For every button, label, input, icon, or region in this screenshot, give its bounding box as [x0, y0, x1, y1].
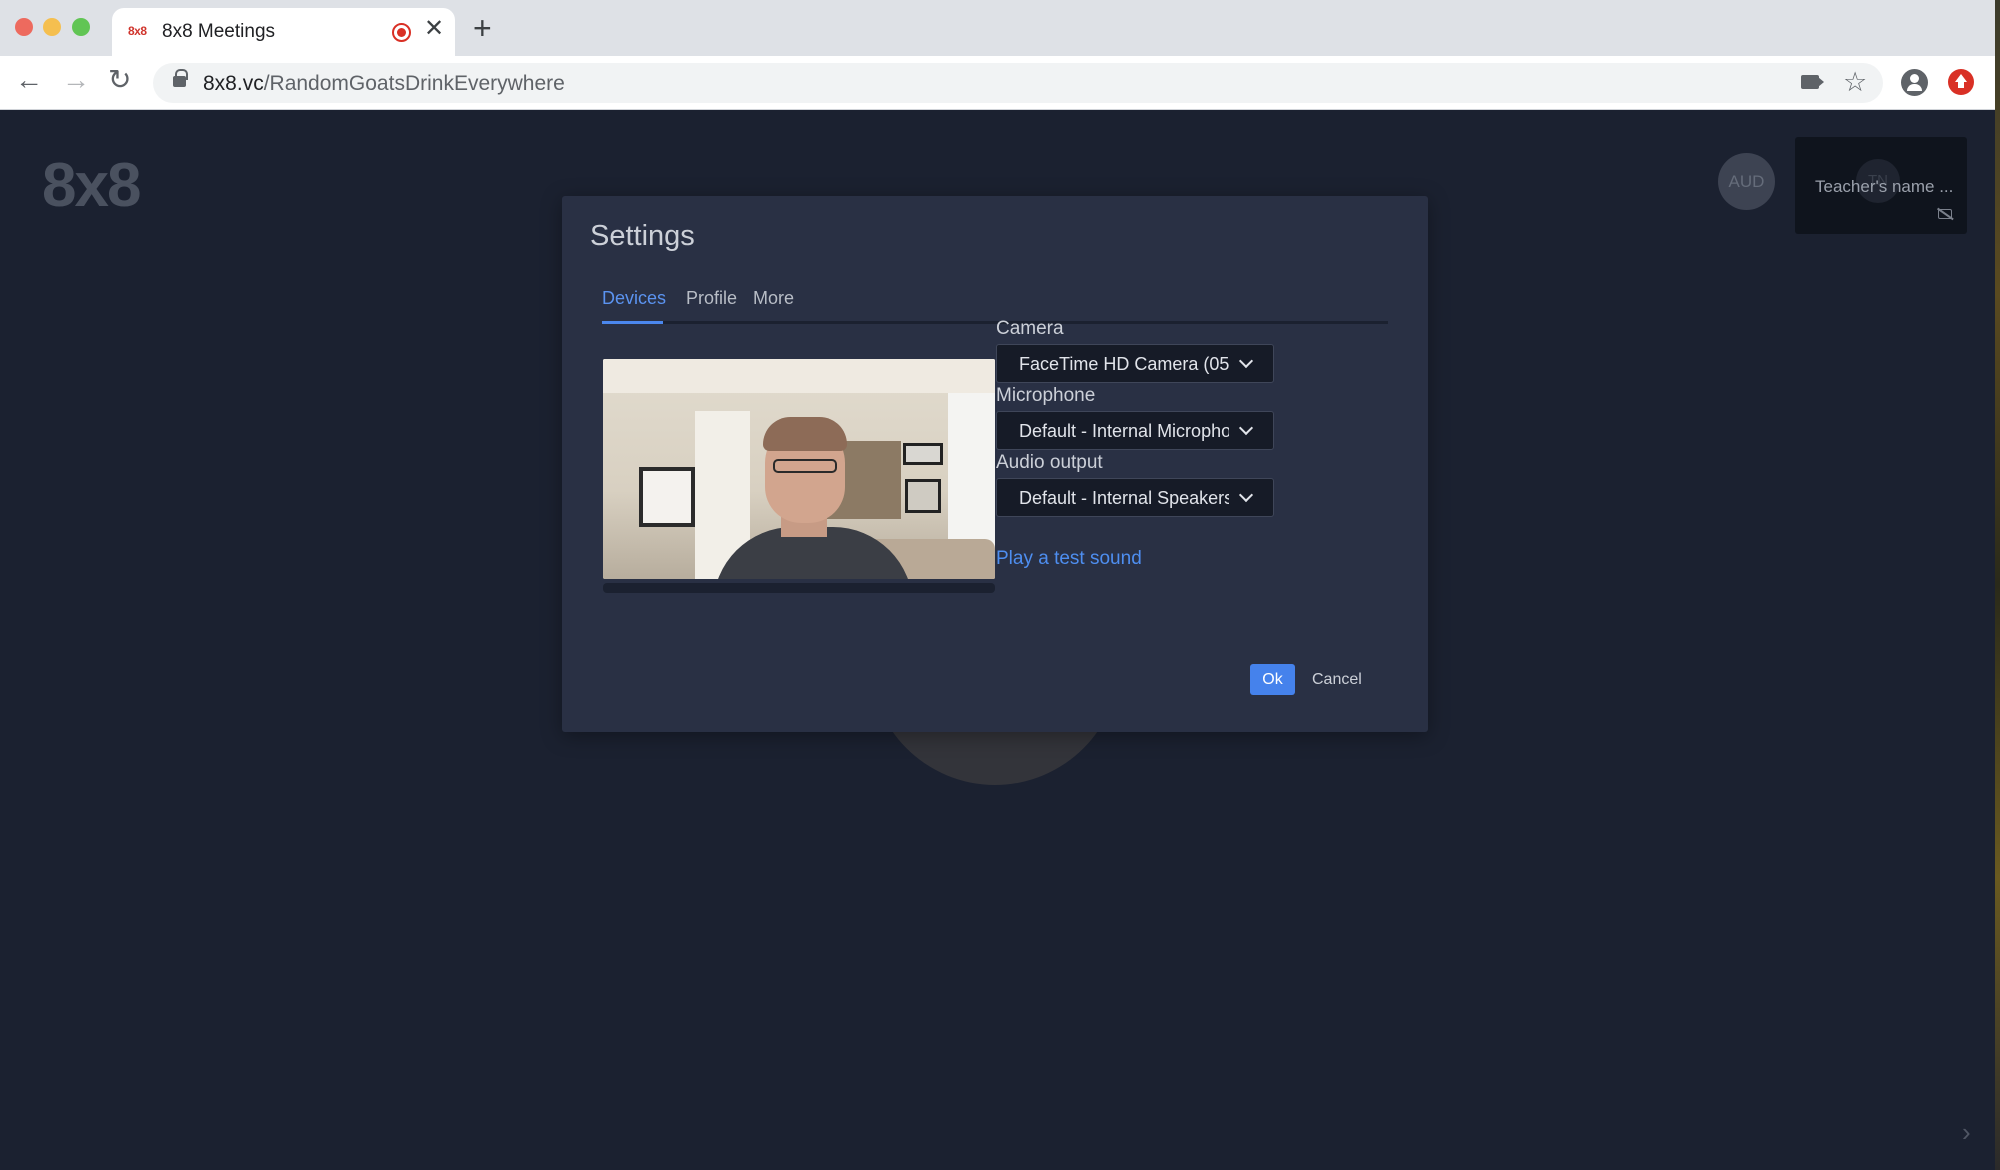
- address-bar[interactable]: 8x8.vc/RandomGoatsDrinkEverywhere ☆: [153, 63, 1883, 103]
- url-path: /RandomGoatsDrinkEverywhere: [263, 72, 565, 95]
- camera-preview: [603, 359, 995, 579]
- browser-toolbar: ← → ↻ 8x8.vc/RandomGoatsDrinkEverywhere …: [0, 56, 1995, 110]
- chevron-down-icon: [1238, 353, 1254, 369]
- audio-output-label: Audio output: [996, 452, 1103, 473]
- ok-button[interactable]: Ok: [1250, 664, 1295, 695]
- window-zoom-button[interactable]: [72, 18, 90, 36]
- microphone-label: Microphone: [996, 385, 1096, 406]
- back-button[interactable]: ←: [15, 65, 43, 95]
- settings-tabs: Devices Profile More: [602, 288, 1388, 324]
- new-tab-button[interactable]: +: [473, 12, 492, 44]
- dialog-title: Settings: [590, 220, 695, 252]
- forward-button[interactable]: →: [62, 65, 90, 95]
- play-test-sound-link[interactable]: Play a test sound: [996, 548, 1142, 570]
- audio-output-select-value: Default - Internal Speakers ...: [1019, 488, 1229, 508]
- chevron-right-icon[interactable]: ›: [1962, 1117, 1971, 1148]
- profile-icon[interactable]: [1901, 69, 1928, 96]
- star-icon[interactable]: ☆: [1843, 67, 1867, 97]
- favicon-icon: 8x8: [128, 24, 147, 38]
- desktop-edge: [1995, 0, 2000, 1170]
- cancel-button[interactable]: Cancel: [1312, 664, 1362, 695]
- url-host: 8x8.vc: [203, 72, 264, 95]
- preview-glasses: [773, 459, 837, 473]
- chevron-down-icon: [1238, 487, 1254, 503]
- tab-more[interactable]: More: [753, 288, 794, 319]
- extension-icon[interactable]: [1948, 69, 1974, 95]
- preview-picture-frame: [639, 467, 695, 527]
- audio-output-select[interactable]: Default - Internal Speakers ...: [996, 478, 1274, 517]
- browser-tab[interactable]: 8x8 8x8 Meetings ✕: [112, 8, 455, 56]
- reload-button[interactable]: ↻: [108, 65, 131, 95]
- preview-picture-frame: [905, 479, 941, 513]
- tab-title: 8x8 Meetings: [162, 21, 276, 42]
- url-text[interactable]: 8x8.vc/RandomGoatsDrinkEverywhere: [203, 72, 565, 96]
- camera-icon[interactable]: [1801, 75, 1819, 89]
- recording-icon: [392, 23, 411, 42]
- settings-dialog: Settings Devices Profile More Camera Fac…: [562, 196, 1428, 732]
- camera-select-value: FaceTime HD Camera (05a...: [1019, 354, 1229, 374]
- logo: 8x8: [42, 151, 141, 220]
- camera-off-icon: [1938, 209, 1952, 219]
- participant-thumbnail[interactable]: TN Teacher's name ...: [1795, 137, 1967, 234]
- window-close-button[interactable]: [15, 18, 33, 36]
- tab-profile[interactable]: Profile: [686, 288, 737, 319]
- lock-icon[interactable]: [173, 69, 188, 87]
- camera-select[interactable]: FaceTime HD Camera (05a...: [996, 344, 1274, 383]
- camera-label: Camera: [996, 318, 1064, 339]
- tab-devices[interactable]: Devices: [602, 288, 666, 324]
- participant-name: Teacher's name ...: [1815, 177, 1954, 196]
- preview-person-hair: [763, 417, 847, 451]
- microphone-select-value: Default - Internal Micropho...: [1019, 421, 1229, 441]
- microphone-select[interactable]: Default - Internal Micropho...: [996, 411, 1274, 450]
- close-icon[interactable]: ✕: [424, 17, 444, 41]
- preview-picture-frame: [903, 443, 943, 465]
- audio-level-bar: [603, 583, 995, 593]
- chevron-down-icon: [1238, 420, 1254, 436]
- browser-titlebar: 8x8 8x8 Meetings ✕ +: [0, 0, 1995, 56]
- window-minimize-button[interactable]: [43, 18, 61, 36]
- preview-window: [948, 393, 995, 553]
- avatar[interactable]: AUD: [1718, 153, 1775, 210]
- preview-ceiling: [603, 359, 995, 393]
